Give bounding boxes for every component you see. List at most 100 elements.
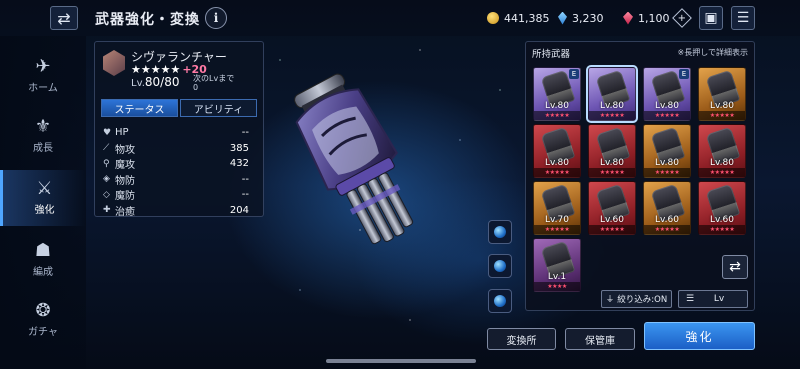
stat-row-magic-attack: ⚲ 魔攻 432 (103, 156, 249, 172)
weapon-level: Lv.80 (710, 158, 734, 168)
coin-icon (487, 12, 499, 24)
gift-box-button[interactable]: ▣ (699, 6, 723, 30)
weapon-card[interactable]: E Lv.80 ★★★★★ (643, 67, 691, 121)
page-title: 武器強化・変換 (95, 12, 200, 28)
back-button[interactable]: ⇄ (50, 6, 78, 30)
sort-icon: ☰ (685, 294, 695, 304)
inventory-hint: ※長押しで詳細表示 (677, 48, 748, 57)
info-button[interactable]: i (205, 7, 227, 29)
weapon-level: Lv.80 (710, 101, 734, 111)
weapon-stars: ★★★★★ (699, 168, 745, 177)
crystal-icon (558, 11, 567, 25)
element-orb-button-2[interactable] (488, 254, 512, 278)
stat-value: 432 (229, 158, 249, 170)
stat-value: -- (241, 127, 249, 139)
gold-amount: 441,385 (504, 11, 550, 25)
stat-list: ♥ HP -- ⟋ 物攻 385 ⚲ 魔攻 432 ◈ 物防 -- ◇ 魔防 -… (103, 125, 249, 218)
nav-label: ホーム (28, 83, 58, 94)
exchange-button[interactable]: 変換所 (487, 328, 556, 350)
weapon-level: Lv.1 (547, 272, 567, 282)
weapon-element-icon (103, 50, 125, 76)
weapon-level: Lv.80 (655, 158, 679, 168)
weapon-card[interactable]: Lv.80 ★★★★★ (643, 124, 691, 178)
next-level-info: 次のLvまで 0 (193, 74, 234, 92)
weapon-card[interactable]: Lv.80 ★★★★★ (588, 124, 636, 178)
info-tabs: ステータス アビリティ (101, 99, 257, 117)
weapon-card[interactable]: Lv.80 ★★★★★ (533, 124, 581, 178)
level-display: Lv.80/80 (131, 75, 180, 89)
menu-button[interactable]: ☰ (731, 6, 755, 30)
home-icon: ✈ (35, 56, 51, 77)
party-icon: ☗ (34, 240, 52, 261)
stat-row-hp: ♥ HP -- (103, 125, 249, 141)
equipped-badge: E (569, 69, 579, 79)
filter-button[interactable]: ⏚ 絞り込み:ON (601, 290, 672, 308)
nav-item-gacha[interactable]: ❂ ガチャ (0, 292, 86, 348)
element-orb-button-3[interactable] (488, 289, 512, 313)
weapon-stars: ★★★★★ (644, 225, 690, 234)
next-level-value: 0 (193, 83, 199, 92)
gacha-icon: ❂ (35, 300, 51, 321)
stat-name: 魔攻 (115, 160, 135, 172)
nav-label: 成長 (33, 143, 53, 154)
weapon-card[interactable]: Lv.60 ★★★★★ (698, 181, 746, 235)
weapon-card[interactable]: Lv.1 ★★★★ (533, 238, 581, 292)
hamburger-menu-icon: ☰ (736, 10, 750, 26)
stat-name: 物攻 (115, 144, 135, 156)
staff-icon: ⚲ (103, 158, 110, 169)
level-value: 80/80 (144, 75, 180, 89)
weapon-stars: ★★★★★ (589, 111, 635, 120)
weapon-level: Lv.80 (545, 101, 569, 111)
weapon-level: Lv.80 (600, 158, 624, 168)
element-orb-button-1[interactable] (488, 220, 512, 244)
weapon-card[interactable]: Lv.80 ★★★★★ (698, 124, 746, 178)
weapon-card[interactable]: Lv.60 ★★★★★ (643, 181, 691, 235)
swap-arrows-icon: ⇄ (729, 259, 741, 275)
tab-ability[interactable]: アビリティ (180, 99, 257, 117)
weapon-level: Lv.60 (655, 215, 679, 225)
filter-label: 絞り込み:ON (617, 295, 668, 305)
weapon-card[interactable]: E Lv.80 ★★★★★ (533, 67, 581, 121)
gem-counter: 1,100 + (623, 8, 692, 28)
weapon-stars: ★★★★★ (534, 225, 580, 234)
level-prefix: Lv. (131, 78, 145, 89)
nav-item-enhance[interactable]: ⚔ 強化 (0, 170, 86, 226)
weapon-card[interactable]: Lv.70 ★★★★★ (533, 181, 581, 235)
nav-item-party[interactable]: ☗ 編成 (0, 232, 86, 288)
enhance-button[interactable]: 強化 (644, 322, 755, 350)
weapon-info-panel: シヴァランチャー ★★★★★ +20 Lv.80/80 次のLvまで 0 ステータ… (94, 41, 264, 218)
home-indicator[interactable] (326, 359, 476, 363)
side-navigation: ✈ ホーム ⚜ 成長 ⚔ 強化 ☗ 編成 ❂ ガチャ (0, 36, 86, 369)
orb-icon (494, 226, 506, 238)
nav-label: 強化 (34, 205, 55, 216)
stat-row-magic-defense: ◇ 魔防 -- (103, 187, 249, 203)
storage-button[interactable]: 保管庫 (565, 328, 635, 350)
weapon-level: Lv.60 (600, 215, 624, 225)
inventory-title: 所持武器 (532, 49, 571, 60)
gold-counter: 441,385 (487, 9, 550, 27)
gem-amount: 1,100 (638, 11, 670, 25)
weapon-card[interactable]: Lv.80 ★★★★★ (698, 67, 746, 121)
sort-button[interactable]: ☰ Lv (678, 290, 748, 308)
nav-item-home[interactable]: ✈ ホーム (0, 48, 86, 104)
owned-weapons-panel: 所持武器 ※長押しで詳細表示 E Lv.80 ★★★★★ Lv.80 ★★★★★ E Lv.… (525, 41, 755, 311)
tab-status[interactable]: ステータス (101, 99, 178, 117)
nav-item-growth[interactable]: ⚜ 成長 (0, 108, 86, 164)
stat-row-healing: ✚ 治癒 204 (103, 203, 249, 219)
add-gem-icon[interactable]: + (671, 8, 692, 28)
sort-label: Lv (713, 294, 725, 304)
swap-button[interactable]: ⇄ (722, 255, 748, 279)
weapon-stars: ★★★★★ (589, 168, 635, 177)
weapon-card[interactable]: Lv.60 ★★★★★ (588, 181, 636, 235)
stat-value: 204 (229, 204, 249, 216)
weapon-card[interactable]: Lv.80 ★★★★★ (586, 65, 638, 123)
sword-icon: ⟋ (103, 143, 110, 154)
shield-icon: ◈ (103, 174, 110, 185)
orb-icon (494, 260, 506, 272)
nav-label: 編成 (33, 267, 53, 278)
weapon-stars: ★★★★★ (534, 168, 580, 177)
weapon-stars: ★★★★★ (534, 111, 580, 120)
growth-icon: ⚜ (34, 116, 52, 137)
weapon-stars: ★★★★★ (699, 225, 745, 234)
orb-icon (494, 295, 506, 307)
